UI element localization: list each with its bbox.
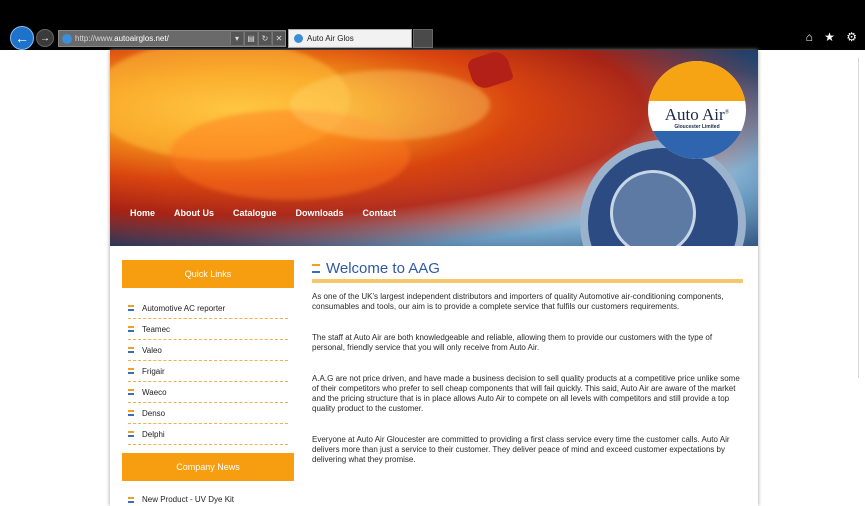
quick-link-item[interactable]: Delphi: [128, 424, 288, 445]
main-navigation: Home About Us Catalogue Downloads Contac…: [130, 208, 415, 218]
logo[interactable]: Auto Air® Gloucester Limited: [648, 61, 746, 159]
arrow-right-icon: →: [40, 32, 50, 44]
service-paragraph: Everyone at Auto Air Gloucester are comm…: [312, 435, 730, 464]
forward-button[interactable]: →: [36, 29, 54, 47]
logo-name: Auto Air®: [664, 105, 730, 124]
nav-home[interactable]: Home: [130, 208, 155, 218]
nav-about-us[interactable]: About Us: [174, 208, 214, 218]
quick-link-item[interactable]: Teamec: [128, 319, 288, 340]
quick-links-list: Automotive AC reporter Teamec Valeo Frig…: [122, 298, 294, 445]
quick-link-item[interactable]: Denso: [128, 403, 288, 424]
car-wheel: [610, 170, 696, 246]
globe-icon: [62, 33, 72, 44]
address-bar[interactable]: http://www. autoairglos.net/ ▾ ▤ ↻ ✕: [58, 30, 286, 47]
logo-subtitle: Gloucester Limited: [674, 124, 720, 130]
main-content: Welcome to AAG As one of the UK's larges…: [312, 260, 743, 465]
intro-paragraph: As one of the UK's largest independent d…: [312, 292, 724, 311]
nav-catalogue[interactable]: Catalogue: [233, 208, 277, 218]
nav-contact[interactable]: Contact: [363, 208, 397, 218]
bullet-icon: [128, 305, 134, 311]
bullet-icon: [128, 389, 134, 395]
bullet-icon: [128, 410, 134, 416]
flame-shape: [290, 70, 490, 140]
browser-tab[interactable]: Auto Air Glos: [288, 29, 412, 48]
back-button[interactable]: ←: [10, 26, 34, 50]
bullet-icon: [128, 368, 134, 374]
staff-paragraph: The staff at Auto Air are both knowledge…: [312, 333, 713, 352]
scrollbar[interactable]: [858, 58, 865, 378]
quick-link-item[interactable]: Waeco: [128, 382, 288, 403]
page-title: Welcome to AAG: [312, 260, 743, 283]
globe-icon: [294, 34, 303, 43]
arrow-left-icon: ←: [15, 30, 29, 46]
dropdown-icon[interactable]: ▾: [230, 32, 243, 45]
browser-toolbar: ← → http://www. autoairglos.net/ ▾ ▤ ↻ ✕ …: [0, 0, 865, 50]
url-host: autoairglos.net/: [114, 34, 169, 43]
tab-title: Auto Air Glos: [307, 34, 354, 43]
refresh-icon[interactable]: ↻: [258, 32, 271, 45]
bullet-icon: [128, 326, 134, 332]
bullet-icon: [128, 347, 134, 353]
stop-icon[interactable]: ✕: [272, 32, 285, 45]
website-page: Auto Air® Gloucester Limited Home About …: [110, 50, 758, 506]
bullet-icon: [128, 431, 134, 437]
header-banner: Auto Air® Gloucester Limited Home About …: [110, 50, 758, 246]
url-prefix: http://www.: [75, 34, 115, 43]
pricing-paragraph: A.A.G are not price driven, and have mad…: [312, 374, 740, 413]
sidebar: Quick Links Automotive AC reporter Teame…: [122, 260, 294, 504]
quick-link-item[interactable]: Valeo: [128, 340, 288, 361]
bullet-icon: [312, 264, 320, 273]
logo-sun: [648, 61, 746, 101]
quick-links-heading: Quick Links: [122, 260, 294, 288]
logo-sea: [648, 131, 746, 159]
compat-view-icon[interactable]: ▤: [244, 32, 257, 45]
news-item[interactable]: New Product - UV Dye Kit: [128, 495, 294, 504]
company-news-heading: Company News: [122, 453, 294, 481]
bullet-icon: [128, 496, 134, 503]
quick-link-item[interactable]: Automotive AC reporter: [128, 298, 288, 319]
new-tab-button[interactable]: [413, 29, 433, 48]
toolbar-icons[interactable]: ⌂ ★ ⚙: [806, 30, 861, 44]
nav-downloads[interactable]: Downloads: [296, 208, 344, 218]
quick-link-item[interactable]: Frigair: [128, 361, 288, 382]
